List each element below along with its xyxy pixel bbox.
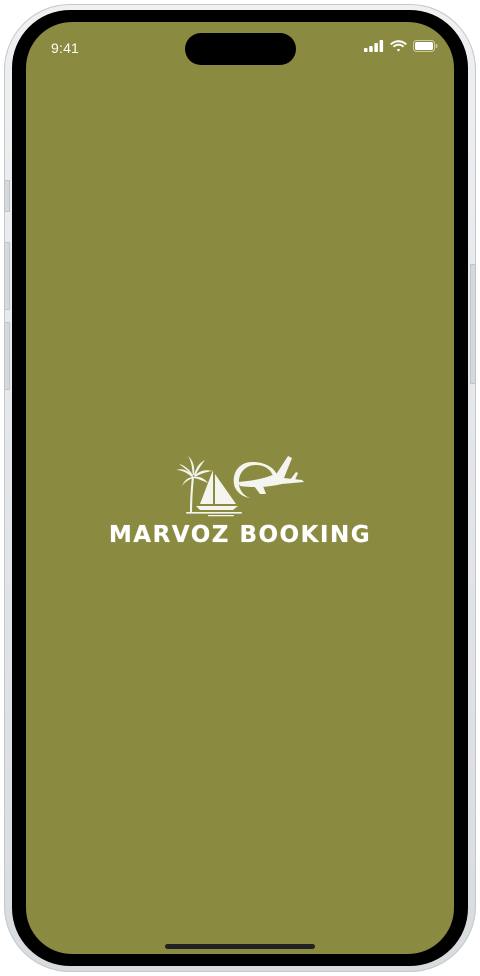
volume-down-button	[4, 322, 10, 390]
logo-mark	[176, 456, 304, 517]
battery-icon	[413, 39, 438, 57]
home-indicator[interactable]	[165, 944, 315, 949]
status-icons	[364, 39, 438, 57]
brand-name: MARVOZ BOOKING	[108, 522, 372, 548]
action-button	[4, 180, 10, 212]
wifi-icon	[390, 39, 407, 57]
app-logo: MARVOZ BOOKING	[26, 450, 454, 548]
volume-up-button	[4, 242, 10, 310]
side-button	[470, 264, 476, 384]
cellular-signal-icon	[364, 39, 384, 57]
airplane-icon	[233, 456, 304, 498]
status-time: 9:41	[51, 40, 80, 56]
splash-screen: 9:41 MARVOZ BOOKING	[26, 22, 454, 954]
dynamic-island	[185, 33, 296, 65]
